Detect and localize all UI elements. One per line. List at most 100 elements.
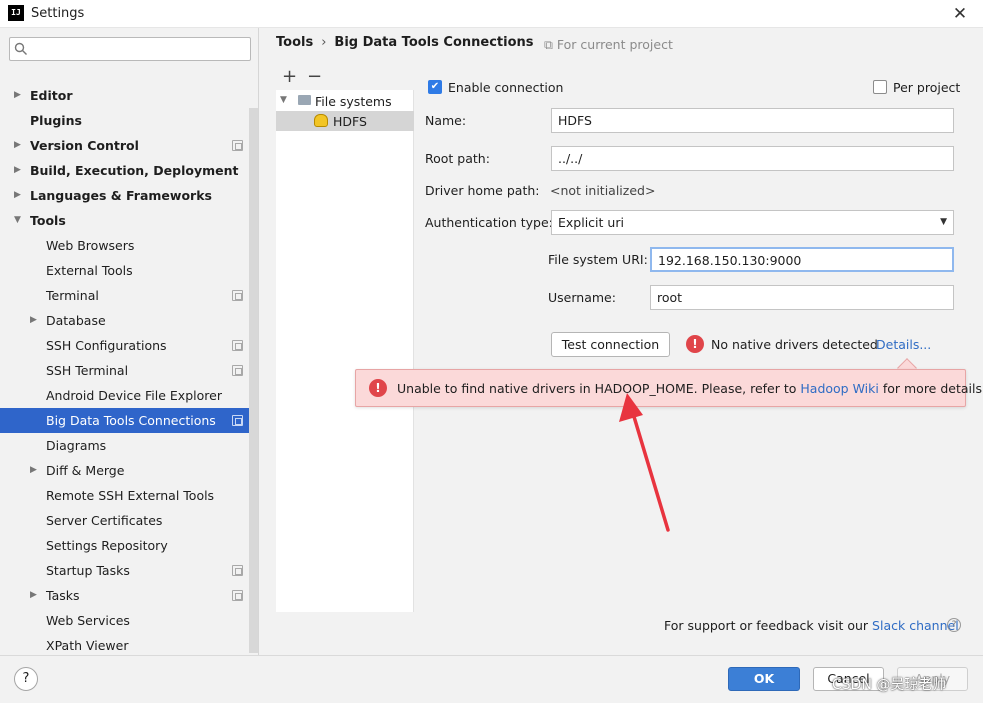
sidebar-item[interactable]: ▶ Build, Execution, Deployment	[0, 158, 258, 183]
sidebar-item[interactable]: SSH Terminal	[0, 358, 258, 383]
file-system-uri-label: File system URI:	[548, 252, 648, 267]
project-scope-icon	[232, 415, 243, 426]
remove-connection-button[interactable]: −	[307, 67, 322, 87]
chevron-right-icon[interactable]: ▶	[14, 83, 21, 108]
sidebar-scrollbar[interactable]	[249, 108, 258, 653]
enable-connection-label[interactable]: Enable connection	[448, 80, 563, 95]
settings-search-input[interactable]	[9, 37, 251, 61]
root-path-field[interactable]: ../../	[551, 146, 954, 171]
breadcrumb-tools[interactable]: Tools	[276, 35, 313, 50]
project-scope-icon	[232, 340, 243, 351]
sidebar-item[interactable]: Android Device File Explorer	[0, 383, 258, 408]
sidebar-item[interactable]: SSH Configurations	[0, 333, 258, 358]
sidebar-item[interactable]: Web Browsers	[0, 233, 258, 258]
sidebar-item[interactable]: Startup Tasks	[0, 558, 258, 583]
settings-sidebar: ▶ Editor Plugins ▶ Version Control ▶ Build, Ex…	[0, 28, 259, 655]
sidebar-item-label: Server Certificates	[46, 513, 163, 528]
title-bar	[0, 0, 983, 28]
sidebar-item-label: Languages & Frameworks	[30, 188, 212, 203]
file-system-uri-field[interactable]: 192.168.150.130:9000	[650, 247, 954, 272]
intellij-app-icon: IJ	[8, 5, 24, 21]
breadcrumb: Tools › Big Data Tools Connections	[276, 35, 534, 50]
hadoop-wiki-link[interactable]: Hadoop Wiki	[800, 381, 878, 396]
sidebar-item-label: Build, Execution, Deployment	[30, 163, 239, 178]
balloon-message: Unable to find native drivers in HADOOP_…	[397, 381, 983, 396]
for-current-project-note: ⧉ For current project	[544, 37, 673, 52]
help-button[interactable]: ?	[14, 667, 38, 691]
sidebar-item[interactable]: Diagrams	[0, 433, 258, 458]
per-project-checkbox[interactable]	[873, 80, 887, 94]
sidebar-item[interactable]: Settings Repository	[0, 533, 258, 558]
sidebar-item-label: Web Browsers	[46, 238, 135, 253]
file-systems-group[interactable]: ▼ File systems	[276, 91, 414, 111]
sidebar-item[interactable]: ▶ Database	[0, 308, 258, 333]
chevron-right-icon[interactable]: ▶	[30, 583, 37, 608]
sidebar-item-label: Startup Tasks	[46, 563, 130, 578]
auth-type-label: Authentication type:	[425, 215, 553, 230]
sidebar-item-label: Plugins	[30, 113, 82, 128]
slack-channel-link[interactable]: Slack channel	[872, 618, 959, 633]
sidebar-item[interactable]: External Tools	[0, 258, 258, 283]
no-native-drivers-text: No native drivers detected	[711, 337, 878, 352]
sidebar-item-label: XPath Viewer	[46, 638, 129, 653]
sidebar-item-label: Database	[46, 313, 106, 328]
sidebar-item-label: Remote SSH External Tools	[46, 488, 215, 503]
watermark: CSDN @吴琼老师	[832, 677, 947, 693]
project-scope-icon	[232, 590, 243, 601]
root-path-label: Root path:	[425, 151, 490, 166]
chevron-down-icon[interactable]: ▼	[14, 208, 21, 233]
connections-panel	[276, 66, 414, 612]
project-scope-icon	[232, 365, 243, 376]
sidebar-item-label: Diff & Merge	[46, 463, 125, 478]
support-text: For support or feedback visit our Slack …	[664, 618, 959, 633]
details-link[interactable]: Details...	[876, 337, 931, 352]
chevron-right-icon[interactable]: ▶	[14, 133, 21, 158]
driver-home-value: <not initialized>	[550, 183, 656, 198]
sidebar-item[interactable]: ▶ Diff & Merge	[0, 458, 258, 483]
file-systems-label: File systems	[315, 94, 392, 109]
sidebar-item-label: SSH Configurations	[46, 338, 167, 353]
chevron-right-icon[interactable]: ▶	[14, 183, 21, 208]
username-field[interactable]: root	[650, 285, 954, 310]
sidebar-item[interactable]: XPath Viewer	[0, 633, 258, 655]
sidebar-item[interactable]: ▶ Version Control	[0, 133, 258, 158]
test-connection-button[interactable]: Test connection	[551, 332, 670, 357]
sidebar-item[interactable]: Plugins	[0, 108, 258, 133]
question-icon[interactable]: ?	[947, 618, 961, 632]
hdfs-connection-item[interactable]: HDFS	[276, 111, 414, 131]
sidebar-item-label: Editor	[30, 88, 73, 103]
chevron-right-icon[interactable]: ▶	[30, 308, 37, 333]
sidebar-item[interactable]: ▶ Tasks	[0, 583, 258, 608]
chevron-down-icon[interactable]: ▼	[280, 95, 287, 105]
chevron-right-icon[interactable]: ▶	[14, 158, 21, 183]
chevron-right-icon[interactable]: ▶	[30, 458, 37, 483]
sidebar-item[interactable]: Web Services	[0, 608, 258, 633]
sidebar-item-label: Terminal	[46, 288, 99, 303]
breadcrumb-current: Big Data Tools Connections	[334, 35, 534, 50]
balloon-error-icon: !	[369, 379, 387, 397]
breadcrumb-separator: ›	[321, 35, 327, 50]
error-icon: !	[686, 335, 704, 353]
search-icon	[14, 42, 27, 55]
sidebar-item[interactable]: ▼ Tools	[0, 208, 258, 233]
sidebar-item[interactable]: Remote SSH External Tools	[0, 483, 258, 508]
sidebar-item-label: Tasks	[46, 588, 80, 603]
sidebar-item-label: Web Services	[46, 613, 130, 628]
sidebar-item-label: Tools	[30, 213, 66, 228]
ok-button[interactable]: OK	[728, 667, 800, 691]
sidebar-item[interactable]: Big Data Tools Connections	[0, 408, 258, 433]
enable-connection-checkbox[interactable]: ✔	[428, 80, 442, 94]
auth-type-select[interactable]: Explicit uri ▼	[551, 210, 954, 235]
project-scope-icon	[232, 290, 243, 301]
close-window-button[interactable]: ✕	[949, 3, 971, 25]
sidebar-item[interactable]: Server Certificates	[0, 508, 258, 533]
sidebar-item-label: External Tools	[46, 263, 133, 278]
add-connection-button[interactable]: +	[282, 67, 297, 87]
per-project-label[interactable]: Per project	[893, 80, 960, 95]
name-field[interactable]: HDFS	[551, 108, 954, 133]
project-scope-icon	[232, 565, 243, 576]
sidebar-item[interactable]: Terminal	[0, 283, 258, 308]
driver-home-label: Driver home path:	[425, 183, 540, 198]
sidebar-item[interactable]: ▶ Editor	[0, 83, 258, 108]
sidebar-item[interactable]: ▶ Languages & Frameworks	[0, 183, 258, 208]
